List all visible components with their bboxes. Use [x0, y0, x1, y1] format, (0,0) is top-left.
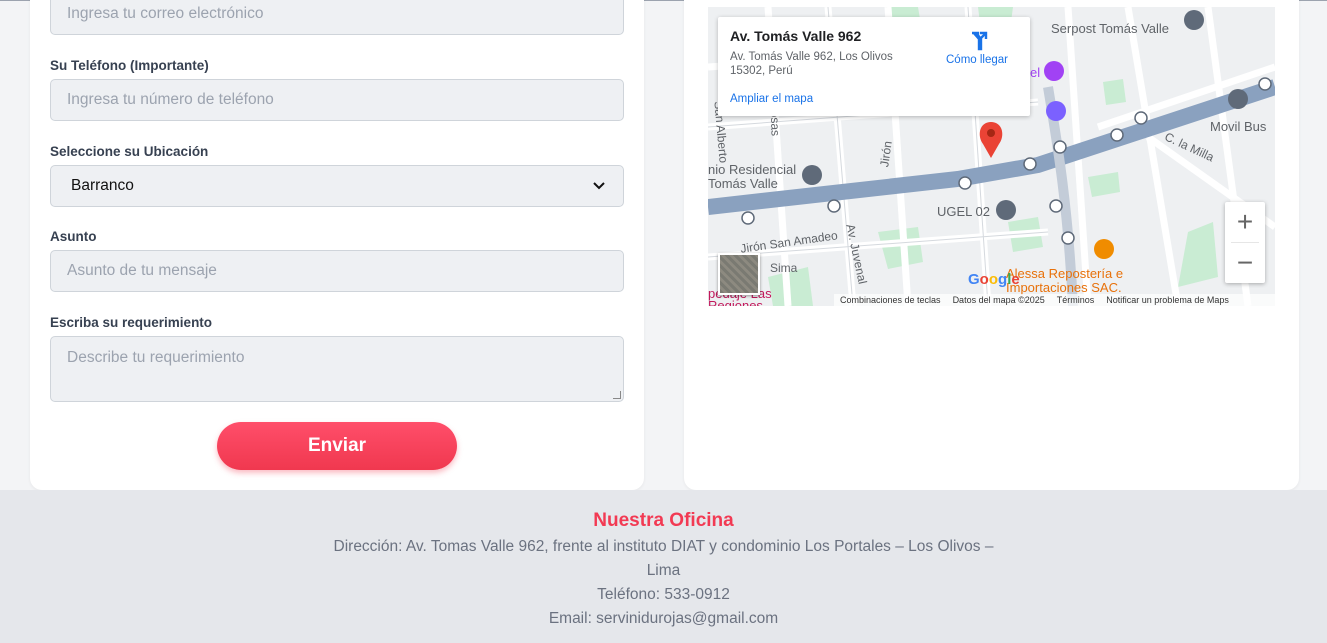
map-label-el: el: [1030, 65, 1041, 80]
map-label-alessa: Alessa Repostería e Importaciones SAC.: [1006, 266, 1124, 295]
place-title: Av. Tomás Valle 962: [730, 28, 862, 44]
footer-address-line1: Dirección: Av. Tomas Valle 962, frente a…: [333, 538, 994, 555]
footer-email[interactable]: Email: servinidurojas@gmail.com: [0, 610, 1327, 628]
directions-icon[interactable]: [968, 29, 990, 51]
keyboard-shortcuts-link[interactable]: Combinaciones de teclas: [840, 295, 941, 305]
place-info-card: Av. Tomás Valle 962 Av. Tomás Valle 962,…: [718, 17, 1030, 116]
embedded-map[interactable]: Serpost Tomás Valle Movil Bus nio Reside…: [708, 7, 1275, 306]
enlarge-map-link[interactable]: Ampliar el mapa: [730, 93, 813, 105]
map-attribution: Combinaciones de teclas Datos del mapa ©…: [834, 294, 1275, 306]
email-field[interactable]: Ingresa tu correo electrónico: [50, 0, 624, 35]
zoom-control: + −: [1225, 202, 1265, 283]
zoom-in-button[interactable]: +: [1225, 202, 1265, 242]
footer-phone: Teléfono: 533-0912: [597, 586, 730, 603]
footer-address-line2: Lima: [646, 562, 681, 579]
requirement-label: Escriba su requerimiento: [50, 315, 213, 330]
location-value: Barranco: [71, 177, 134, 194]
submit-button[interactable]: Enviar: [217, 422, 457, 470]
terms-link[interactable]: Términos: [1057, 295, 1095, 305]
chevron-down-icon: [593, 179, 607, 193]
satellite-toggle[interactable]: [718, 253, 760, 295]
phone-placeholder: Ingresa tu número de teléfono: [67, 91, 274, 108]
email-placeholder: Ingresa tu correo electrónico: [67, 5, 264, 22]
map-label-movil-bus: Movil Bus: [1210, 119, 1267, 134]
requirement-textarea[interactable]: Describe tu requerimiento: [50, 336, 624, 402]
footer-title: Nuestra Oficina: [593, 510, 734, 531]
location-label: Seleccione su Ubicación: [50, 144, 209, 159]
report-problem-link[interactable]: Notificar un problema de Maps: [1106, 295, 1229, 305]
map-data-text: Datos del mapa ©2025: [952, 295, 1045, 305]
phone-label: Su Teléfono (Importante): [50, 58, 209, 73]
contact-form-card: Ingresa tu correo electrónico Su Teléfon…: [30, 0, 644, 490]
map-label-ugel: UGEL 02: [937, 204, 990, 219]
subject-field[interactable]: Asunto de tu mensaje: [50, 250, 624, 292]
place-address: Av. Tomás Valle 962, Los Olivos 15302, P…: [730, 51, 893, 77]
location-select[interactable]: Barranco: [50, 165, 624, 207]
map-label-serpost: Serpost Tomás Valle: [1051, 21, 1170, 36]
map-label-residencial: nio Residencial Tomás Valle: [708, 162, 797, 191]
google-logo: Google: [968, 271, 1020, 288]
resize-handle-icon[interactable]: [613, 391, 621, 399]
subject-label: Asunto: [50, 229, 97, 244]
map-card: Serpost Tomás Valle Movil Bus nio Reside…: [684, 0, 1299, 490]
subject-placeholder: Asunto de tu mensaje: [67, 262, 217, 279]
directions-link[interactable]: Cómo llegar: [946, 54, 1008, 66]
map-label-sima: Sima: [770, 261, 798, 275]
requirement-placeholder: Describe tu requerimiento: [67, 349, 245, 366]
phone-field[interactable]: Ingresa tu número de teléfono: [50, 79, 624, 121]
zoom-out-button[interactable]: −: [1225, 243, 1265, 283]
office-footer: Nuestra Oficina Dirección: Av. Tomas Val…: [0, 490, 1327, 643]
